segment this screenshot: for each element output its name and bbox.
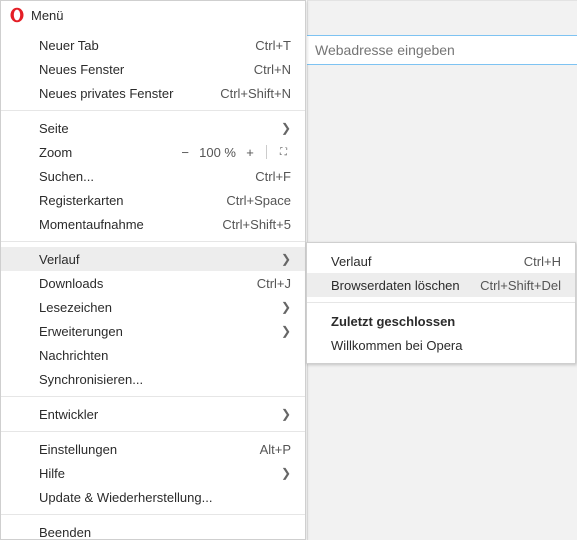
submenu-item-shortcut: Ctrl+H [524,254,561,269]
submenu-item-shortcut: Ctrl+Shift+Del [480,278,561,293]
submenu-welcome-opera[interactable]: Willkommen bei Opera [307,333,575,357]
menu-item-label: Update & Wiederherstellung... [39,490,291,505]
submenu-separator [307,302,575,303]
menu-item-label: Suchen... [39,169,247,184]
menu-item-label: Registerkarten [39,193,218,208]
menu-item-shortcut: Ctrl+Shift+N [220,86,291,101]
menu-item-label: Neues privates Fenster [39,86,212,101]
menu-snapshot[interactable]: Momentaufnahme Ctrl+Shift+5 [1,212,305,236]
menu-separator [1,431,305,432]
menu-title: Menü [31,8,64,23]
menu-separator [1,241,305,242]
menu-item-label: Seite [39,121,273,136]
history-submenu-panel: Verlauf Ctrl+H Browserdaten löschen Ctrl… [306,242,576,364]
menu-item-shortcut: Ctrl+T [255,38,291,53]
main-menu-panel: Menü Neuer Tab Ctrl+T Neues Fenster Ctrl… [0,0,306,540]
submenu-item-label: Browserdaten löschen [331,278,480,293]
fullscreen-icon[interactable]: ⛶ [275,147,291,158]
zoom-value: 100 % [197,145,238,160]
menu-exit[interactable]: Beenden [1,520,305,540]
menu-item-label: Erweiterungen [39,324,273,339]
menu-settings[interactable]: Einstellungen Alt+P [1,437,305,461]
menu-help[interactable]: Hilfe ❯ [1,461,305,485]
menu-separator [1,396,305,397]
menu-history[interactable]: Verlauf ❯ [1,247,305,271]
menu-item-label: Lesezeichen [39,300,273,315]
menu-item-label: Hilfe [39,466,273,481]
submenu-item-label: Willkommen bei Opera [331,338,561,353]
chevron-right-icon: ❯ [281,407,291,421]
menu-header: Menü [1,1,305,29]
menu-downloads[interactable]: Downloads Ctrl+J [1,271,305,295]
chevron-right-icon: ❯ [281,121,291,135]
menu-item-label: Einstellungen [39,442,252,457]
menu-item-shortcut: Ctrl+J [257,276,291,291]
menu-bookmarks[interactable]: Lesezeichen ❯ [1,295,305,319]
menu-tabs[interactable]: Registerkarten Ctrl+Space [1,188,305,212]
menu-new-tab[interactable]: Neuer Tab Ctrl+T [1,33,305,57]
menu-item-shortcut: Ctrl+Shift+5 [222,217,291,232]
chevron-right-icon: ❯ [281,466,291,480]
menu-update-recovery[interactable]: Update & Wiederherstellung... [1,485,305,509]
menu-item-label: Verlauf [39,252,273,267]
submenu-clear-browsing-data[interactable]: Browserdaten löschen Ctrl+Shift+Del [307,273,575,297]
address-input[interactable] [313,41,571,59]
menu-separator [1,110,305,111]
menu-news[interactable]: Nachrichten [1,343,305,367]
menu-item-label: Nachrichten [39,348,291,363]
menu-item-label: Momentaufnahme [39,217,214,232]
menu-item-label: Zoom [39,145,177,160]
chevron-right-icon: ❯ [281,300,291,314]
opera-logo-icon [9,7,25,23]
submenu-item-label: Verlauf [331,254,524,269]
address-bar[interactable] [307,35,577,65]
menu-extensions[interactable]: Erweiterungen ❯ [1,319,305,343]
menu-item-shortcut: Alt+P [260,442,291,457]
menu-item-shortcut: Ctrl+Space [226,193,291,208]
menu-item-label: Downloads [39,276,249,291]
recently-closed-heading: Zuletzt geschlossen [307,308,575,333]
menu-item-label: Neues Fenster [39,62,246,77]
menu-item-label: Synchronisieren... [39,372,291,387]
chevron-right-icon: ❯ [281,324,291,338]
menu-page[interactable]: Seite ❯ [1,116,305,140]
menu-item-label: Entwickler [39,407,273,422]
menu-item-label: Beenden [39,525,291,540]
menu-sync[interactable]: Synchronisieren... [1,367,305,391]
menu-zoom: Zoom − 100 % + ⛶ [1,140,305,164]
zoom-in-button[interactable]: + [242,145,258,160]
menu-separator [1,514,305,515]
menu-new-private-window[interactable]: Neues privates Fenster Ctrl+Shift+N [1,81,305,105]
zoom-out-button[interactable]: − [177,145,193,160]
menu-find[interactable]: Suchen... Ctrl+F [1,164,305,188]
menu-developer[interactable]: Entwickler ❯ [1,402,305,426]
app-window: Menü Neuer Tab Ctrl+T Neues Fenster Ctrl… [0,0,577,540]
menu-item-shortcut: Ctrl+N [254,62,291,77]
chevron-right-icon: ❯ [281,252,291,266]
zoom-divider [266,145,267,159]
menu-list: Neuer Tab Ctrl+T Neues Fenster Ctrl+N Ne… [1,29,305,540]
menu-item-label: Neuer Tab [39,38,247,53]
menu-item-shortcut: Ctrl+F [255,169,291,184]
submenu-history[interactable]: Verlauf Ctrl+H [307,249,575,273]
menu-new-window[interactable]: Neues Fenster Ctrl+N [1,57,305,81]
